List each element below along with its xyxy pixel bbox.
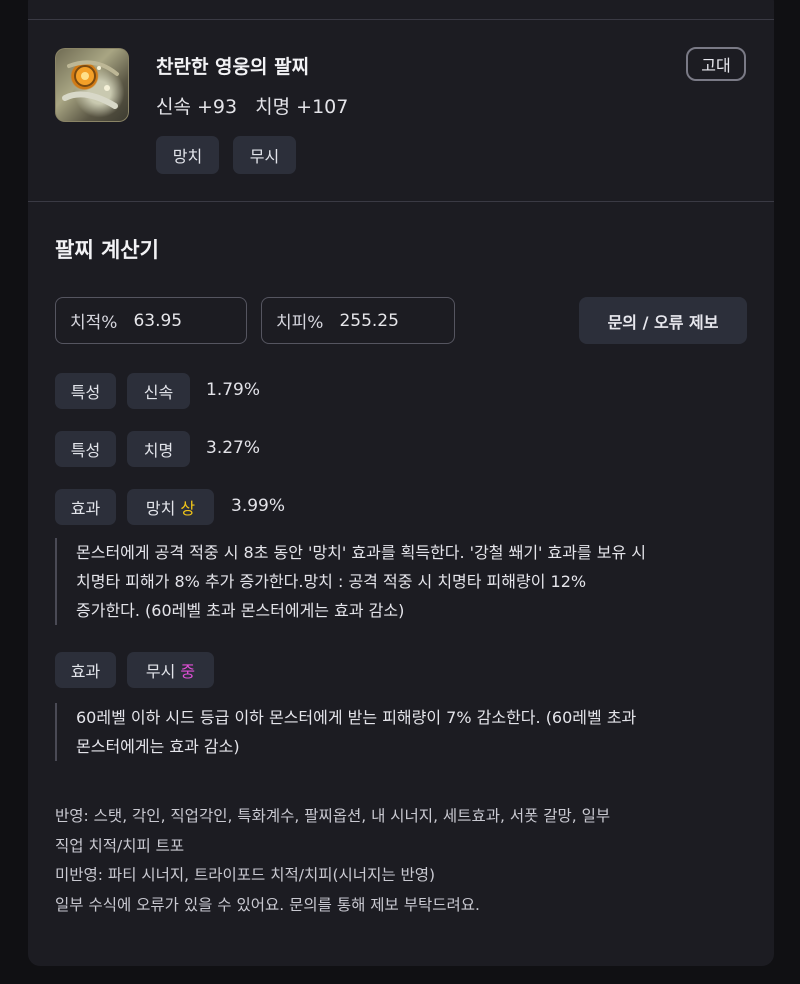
- notes: 반영: 스탯, 각인, 직업각인, 특화계수, 팔찌옵션, 내 시너지, 세트효…: [55, 802, 610, 920]
- note-line: 미반영: 파티 시너지, 트라이포드 치적/치피(시너지는 반영): [55, 866, 436, 884]
- row-type-chip: 효과: [55, 652, 116, 688]
- row-type-chip: 특성: [55, 373, 116, 409]
- crit-rate-field[interactable]: 치적% 63.95: [55, 297, 247, 344]
- top-divider: [28, 19, 774, 20]
- section-divider: [28, 201, 774, 202]
- description-line: 몬스터에게 공격 적중 시 8초 동안 '망치' 효과를 획득한다. '강철 쐐…: [76, 543, 647, 562]
- crit-rate-value: 63.95: [133, 310, 183, 331]
- description-line: 증가한다. (60레벨 초과 몬스터에게는 효과 감소): [76, 601, 405, 620]
- effect-description: 60레벨 이하 시드 등급 이하 몬스터에게 받는 피해량이 7% 감소한다. …: [55, 703, 755, 761]
- grade-badge: 고대: [686, 47, 746, 81]
- item-stat-crit: 치명 +107: [255, 96, 349, 118]
- crit-rate-label: 치적%: [70, 313, 118, 333]
- note-line: 반영: 스탯, 각인, 직업각인, 특화계수, 팔찌옵션, 내 시너지, 세트효…: [55, 807, 611, 825]
- note-line: 직업 치적/치피 트포: [55, 836, 185, 855]
- row-name-chip: 무시 중: [127, 652, 214, 688]
- calculator-title: 팔찌 계산기: [55, 238, 159, 262]
- note-line: 일부 수식에 오류가 있을 수 있어요. 문의를 통해 제보 부탁드려요.: [55, 895, 480, 914]
- row-type-chip: 특성: [55, 431, 116, 467]
- item-name: 찬란한 영웅의 팔찌: [156, 56, 310, 78]
- row-name-chip: 망치 상: [127, 489, 214, 525]
- level-high-label: 상: [180, 499, 196, 518]
- row-name-chip: 치명: [127, 431, 190, 467]
- row-value: 3.27%: [206, 438, 261, 458]
- row-type-chip: 효과: [55, 489, 116, 525]
- report-button[interactable]: 문의 / 오류 제보: [579, 297, 747, 344]
- crit-damage-label: 치피%: [276, 313, 324, 333]
- level-mid-label: 중: [180, 662, 196, 681]
- crit-damage-field[interactable]: 치피% 255.25: [261, 297, 455, 344]
- description-line: 60레벨 이하 시드 등급 이하 몬스터에게 받는 피해량이 7% 감소한다. …: [76, 708, 637, 727]
- bracelet-card: 찬란한 영웅의 팔찌 신속 +93 치명 +107 고대 망치 무시 팔찌 계산…: [28, 0, 774, 966]
- row-name: 망치: [145, 499, 176, 518]
- item-tag: 무시: [233, 136, 296, 174]
- description-line: 치명타 피해가 8% 추가 증가한다.망치 : 공격 적중 시 치명타 피해량이…: [76, 572, 587, 591]
- item-stats: 신속 +93 치명 +107: [156, 92, 360, 119]
- item-tag: 망치: [156, 136, 219, 174]
- row-value: 1.79%: [206, 380, 261, 400]
- row-name-chip: 신속: [127, 373, 190, 409]
- crit-damage-value: 255.25: [339, 310, 399, 331]
- bracelet-icon: [55, 48, 129, 122]
- row-name: 무시: [145, 662, 176, 681]
- row-value: 3.99%: [231, 496, 286, 516]
- item-stat-swiftness: 신속 +93: [156, 96, 238, 118]
- effect-description: 몬스터에게 공격 적중 시 8초 동안 '망치' 효과를 획득한다. '강철 쐐…: [55, 538, 755, 625]
- description-line: 몬스터에게는 효과 감소): [76, 737, 240, 756]
